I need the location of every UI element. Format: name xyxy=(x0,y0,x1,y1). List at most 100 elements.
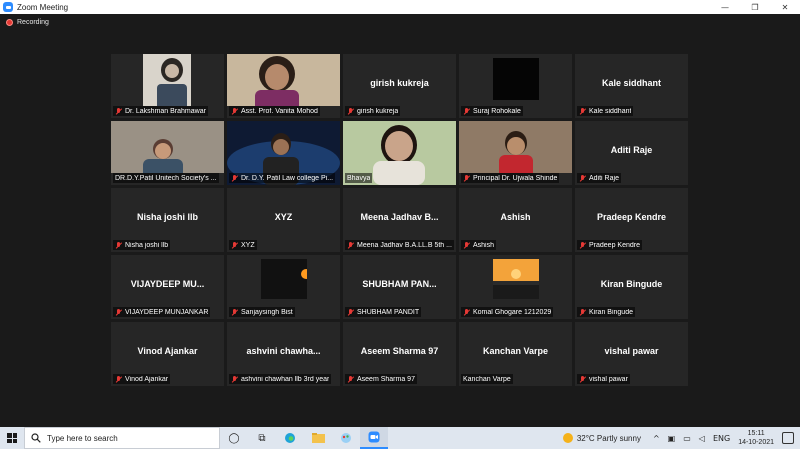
participant-name-label: XYZ xyxy=(229,240,257,250)
participant-tile[interactable]: Principal Dr. Ujwala Shinde xyxy=(459,121,572,185)
participant-tile[interactable]: VIJAYDEEP MU... VIJAYDEEP MUNJANKAR xyxy=(111,255,224,319)
participant-name: Dr. D.Y. Patil Law college Pi... xyxy=(241,174,334,182)
participant-name-label: Suraj Rohokale xyxy=(461,106,523,116)
zoom-taskbar-icon[interactable] xyxy=(360,427,388,449)
participant-tile[interactable]: ashvini chawha... ashvini chawhan llb 3rd… xyxy=(227,322,340,386)
participant-tile[interactable]: Kiran Bingude Kiran Bingude xyxy=(575,255,688,319)
participant-display-name: XYZ xyxy=(274,212,293,222)
battery-icon[interactable]: ▭ xyxy=(683,434,691,443)
participant-tile[interactable]: Pradeep Kendre Pradeep Kendre xyxy=(575,188,688,252)
participant-tile[interactable]: Dr. Lakshman Brahmawar xyxy=(111,54,224,118)
participant-tile[interactable]: Asst. Prof. Vanita Mohod xyxy=(227,54,340,118)
clock[interactable]: 15:11 14-10-2021 xyxy=(738,429,774,447)
participant-name: Aseem Sharma 97 xyxy=(357,375,415,383)
participant-name-label: VIJAYDEEP MUNJANKAR xyxy=(113,307,211,317)
chevron-up-icon[interactable]: ^ xyxy=(653,434,660,443)
participant-display-name: Aseem Sharma 97 xyxy=(360,346,439,356)
participant-name-label: Kale siddhant xyxy=(577,106,634,116)
mic-muted-icon xyxy=(579,375,586,383)
participant-tile[interactable]: Ashish Ashish xyxy=(459,188,572,252)
mic-muted-icon xyxy=(579,308,586,316)
recording-indicator[interactable]: Recording xyxy=(6,19,49,26)
participant-name-label: Bhavya xyxy=(345,173,373,183)
minimize-button[interactable]: — xyxy=(710,0,740,14)
mic-muted-icon xyxy=(347,375,354,383)
notification-icon[interactable] xyxy=(782,432,794,444)
speaker-icon[interactable]: ◁ xyxy=(699,434,705,443)
participant-name: Asst. Prof. Vanita Mohod xyxy=(241,107,318,115)
participant-video xyxy=(111,121,224,173)
participant-name: Kale siddhant xyxy=(589,107,632,115)
participant-tile[interactable]: Suraj Rohokale xyxy=(459,54,572,118)
participant-display-name: Meena Jadhav B... xyxy=(360,212,439,222)
language-indicator[interactable]: ENG xyxy=(713,434,730,443)
participant-tile[interactable]: Sanjaysingh Bist xyxy=(227,255,340,319)
participant-tile[interactable]: girish kukreja girish kukreja xyxy=(343,54,456,118)
cortana-icon[interactable]: ◯ xyxy=(220,427,248,449)
participant-display-name: Nisha joshi llb xyxy=(136,212,198,222)
participant-name: Nisha joshi llb xyxy=(125,241,169,249)
participant-name-label: girish kukreja xyxy=(345,106,401,116)
mic-muted-icon xyxy=(231,174,238,182)
weather-temp: 32°C xyxy=(576,433,595,443)
participant-name-label: Meena Jadhav B.A.LL.B 5th ... xyxy=(345,240,454,250)
edge-browser-icon[interactable] xyxy=(276,427,304,449)
participant-tile[interactable]: Vinod Ajankar Vinod Ajankar xyxy=(111,322,224,386)
clock-date: 14-10-2021 xyxy=(738,439,774,446)
participant-video xyxy=(143,54,191,106)
participant-name: Ashish xyxy=(473,241,495,249)
participant-video xyxy=(493,259,539,299)
participant-display-name: vishal pawar xyxy=(604,346,659,356)
participant-display-name: Ashish xyxy=(500,212,531,222)
mic-muted-icon xyxy=(231,375,238,383)
participant-tile[interactable]: Kale siddhant Kale siddhant xyxy=(575,54,688,118)
participant-tile[interactable]: Aseem Sharma 97 Aseem Sharma 97 xyxy=(343,322,456,386)
participant-name-label: Nisha joshi llb xyxy=(113,240,171,250)
participant-tile[interactable]: SHUBHAM PAN... SHUBHAM PANDIT xyxy=(343,255,456,319)
mic-muted-icon xyxy=(463,174,470,182)
participant-video xyxy=(227,54,340,106)
file-explorer-icon[interactable] xyxy=(304,427,332,449)
participant-name: Principal Dr. Ujwala Shinde xyxy=(473,174,558,182)
zoom-app: Zoom Meeting — ❐ ✕ Recording Dr. Lakshma… xyxy=(0,0,800,449)
system-tray: 32°C Partly sunny ^ ▣ ▭ ◁ ENG 15:11 14-1… xyxy=(562,427,800,449)
participant-display-name: Vinod Ajankar xyxy=(137,346,198,356)
mic-muted-icon xyxy=(463,107,470,115)
participant-display-name: ashvini chawha... xyxy=(246,346,321,356)
participant-tile[interactable]: Komal Ghogare 1212029 xyxy=(459,255,572,319)
zoom-tray-icon[interactable]: ▣ xyxy=(668,434,676,443)
participant-tile[interactable]: Kanchan Varpe Kanchan Varpe xyxy=(459,322,572,386)
task-view-icon[interactable]: ⧉ xyxy=(248,427,276,449)
participant-name-label: Vinod Ajankar xyxy=(113,374,171,384)
mic-muted-icon xyxy=(347,308,354,316)
close-button[interactable]: ✕ xyxy=(770,0,800,14)
participant-tile[interactable]: Bhavya xyxy=(343,121,456,185)
participant-video xyxy=(459,121,572,173)
participant-tile[interactable]: DR.D.Y.Patil Unitech Society's ... xyxy=(111,121,224,185)
participant-name-label: SHUBHAM PANDIT xyxy=(345,307,422,317)
paint-app-icon[interactable] xyxy=(332,427,360,449)
participant-video xyxy=(261,259,307,299)
weather-widget[interactable]: 32°C Partly sunny xyxy=(562,433,641,443)
participant-name: Meena Jadhav B.A.LL.B 5th ... xyxy=(357,241,452,249)
participant-tile[interactable]: XYZ XYZ xyxy=(227,188,340,252)
mic-muted-icon xyxy=(115,375,122,383)
taskbar-search-box[interactable]: Type here to search xyxy=(24,427,220,449)
participant-name-label: Asst. Prof. Vanita Mohod xyxy=(229,106,320,116)
participant-tile[interactable]: vishal pawar vishal pawar xyxy=(575,322,688,386)
participant-name: SHUBHAM PANDIT xyxy=(357,308,420,316)
maximize-button[interactable]: ❐ xyxy=(740,0,770,14)
mic-muted-icon xyxy=(231,241,238,249)
mic-muted-icon xyxy=(347,107,354,115)
participant-tile[interactable]: Meena Jadhav B... Meena Jadhav B.A.LL.B 5… xyxy=(343,188,456,252)
participant-tile[interactable]: Dr. D.Y. Patil Law college Pi... xyxy=(227,121,340,185)
participant-tile[interactable]: Nisha joshi llb Nisha joshi llb xyxy=(111,188,224,252)
mic-muted-icon xyxy=(463,308,470,316)
participant-name: DR.D.Y.Patil Unitech Society's ... xyxy=(115,174,217,182)
participant-display-name: VIJAYDEEP MU... xyxy=(130,279,205,289)
clock-time: 15:11 xyxy=(747,430,765,437)
participant-tile[interactable]: Aditi Raje Aditi Raje xyxy=(575,121,688,185)
search-icon xyxy=(31,433,41,443)
mic-muted-icon xyxy=(115,308,122,316)
start-button[interactable] xyxy=(0,427,24,449)
